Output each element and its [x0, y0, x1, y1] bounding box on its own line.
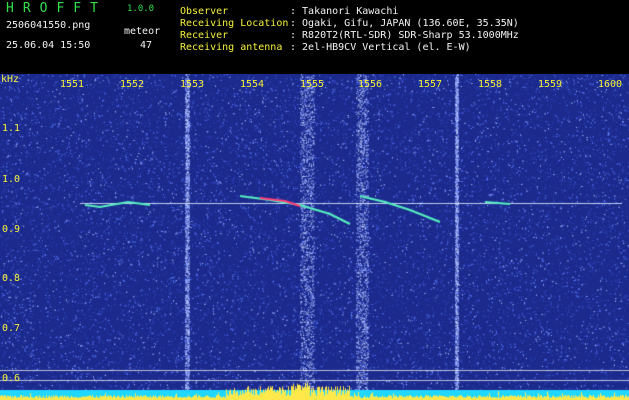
y-axis-unit: kHz [1, 74, 20, 85]
app-version: 1.0.0 [127, 4, 155, 14]
info-key-receiver: Receiver [180, 30, 229, 41]
x-tick-label: 1559 [538, 79, 563, 90]
x-tick-label: 1600 [598, 79, 623, 90]
x-tick-label: 1553 [180, 79, 205, 90]
x-tick-label: 1554 [240, 79, 265, 90]
y-tick-label: 0.9 [2, 224, 21, 235]
info-value-location: : Ogaki, Gifu, JAPAN (136.60E, 35.35N) [290, 18, 519, 29]
y-tick-label: 0.6 [2, 373, 21, 384]
x-tick-label: 1557 [418, 79, 443, 90]
detection-count: 47 [140, 40, 153, 51]
y-tick-label: 0.8 [2, 273, 21, 284]
app-logo: HROFFT [6, 1, 107, 16]
spectrogram-canvas [0, 74, 629, 400]
info-key-location: Receiving Location [180, 18, 289, 29]
info-key-antenna: Receiving antenna [180, 42, 283, 53]
info-key-observer: Observer [180, 6, 229, 17]
info-value-antenna: : 2el-HB9CV Vertical (el. E-W) [290, 42, 471, 53]
header-panel: HROFFT 1.0.0 2506041550.png 25.06.04 15:… [0, 0, 629, 74]
x-tick-label: 1551 [60, 79, 85, 90]
detection-label: meteor [124, 26, 161, 37]
y-tick-label: 0.7 [2, 323, 21, 334]
info-value-observer: : Takanori Kawachi [290, 6, 399, 17]
x-tick-label: 1555 [300, 79, 325, 90]
file-name: 2506041550.png [6, 20, 91, 31]
x-tick-label: 1552 [120, 79, 145, 90]
y-tick-label: 1.0 [2, 174, 21, 185]
y-tick-label: 1.1 [2, 123, 21, 134]
file-datetime: 25.06.04 15:50 [6, 40, 91, 51]
x-tick-label: 1558 [478, 79, 503, 90]
x-tick-label: 1556 [358, 79, 383, 90]
info-value-receiver: : R820T2(RTL-SDR) SDR-Sharp 53.1000MHz [290, 30, 519, 41]
